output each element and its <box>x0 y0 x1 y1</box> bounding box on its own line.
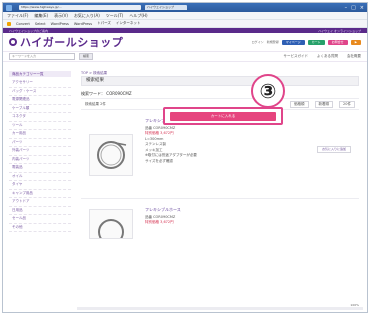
sidebar-item[interactable]: 内装パーツ <box>9 156 71 164</box>
sidebar-item[interactable]: パーツ <box>9 139 71 147</box>
maximize-icon[interactable]: □ <box>351 5 356 11</box>
sidebar-item[interactable]: ツール <box>9 122 71 130</box>
product-price: 特別価格 3,672円 <box>145 220 174 224</box>
menu-bar: ファイル(F) 編集(E) 表示(V) お気に入り(A) ツール(T) ヘルプ(… <box>3 12 367 20</box>
page-title: 検索結果 <box>81 76 359 86</box>
header-actions: ログイン 新規登録 マイページ カート お問合せ ▶ <box>252 39 361 45</box>
menu-item[interactable]: 編集(E) <box>34 13 48 19</box>
contact-button[interactable]: お問合せ <box>327 39 348 45</box>
logo-text: ハイガールショップ <box>20 36 124 49</box>
product-info: フレキシブルホース 品番 COR090CMZ 特別価格 3,672円 <box>145 207 265 226</box>
sort-price-button[interactable]: 価格順 <box>290 100 309 108</box>
nav-link[interactable]: サービスガイド <box>284 54 309 59</box>
search-input[interactable]: キーワードを入力 <box>9 53 75 60</box>
topbar-right-text: ハイウェイ オンラインショップ <box>318 28 361 33</box>
search-row: キーワードを入力 検索 サービスガイド よくある質問 会社概要 <box>3 52 367 62</box>
sidebar-item[interactable]: バッグ・ケース <box>9 88 71 96</box>
main-content: TOP > 検索結果 検索結果 検索ワード： COR090CMZ 検索結果 2件… <box>77 67 367 312</box>
topbar-left-text: ハイウェイショップのご案内 <box>9 28 48 33</box>
search-condition: 検索ワード： COR090CMZ <box>81 91 132 96</box>
hose-image-icon <box>98 219 124 245</box>
sidebar-item[interactable]: アクセサリー <box>9 79 71 88</box>
nav-link[interactable]: よくある質問 <box>317 54 338 59</box>
browser-window: https://www.highways.jp/... ハイウェイショップ – … <box>2 2 368 313</box>
product-name[interactable]: フレキシブルホース <box>145 207 265 213</box>
menu-item[interactable]: ファイル(F) <box>7 13 28 19</box>
browser-logo-icon <box>6 4 12 11</box>
add-to-cart-button[interactable]: カートに入れる <box>170 111 276 121</box>
sort-new-button[interactable]: 新着順 <box>314 100 334 108</box>
address-bar[interactable]: https://www.highways.jp/... <box>19 5 141 10</box>
minimize-icon[interactable]: – <box>345 5 348 11</box>
browser-tab[interactable]: ハイウェイショップ <box>145 5 187 10</box>
window-controls: – □ × <box>345 5 364 11</box>
horizontal-scrollbar[interactable] <box>77 307 363 310</box>
sidebar-title: 商品カテゴリー一覧 <box>9 71 71 77</box>
nav-link[interactable]: 会社概要 <box>347 54 361 59</box>
site-logo[interactable]: ハイガールショップ <box>9 34 123 50</box>
sidebar-item[interactable]: キャンプ用品 <box>9 190 71 198</box>
global-nav: サービスガイド よくある質問 会社概要 <box>284 54 362 59</box>
sidebar-item[interactable]: タイヤ <box>9 181 71 190</box>
favorite-link[interactable]: Select <box>35 22 46 26</box>
product-item: フレキシブルホース 品番 COR090CMZ 特別価格 3,672円 <box>81 205 359 245</box>
favorite-link[interactable]: インターネット <box>116 21 141 26</box>
sidebar-item[interactable]: コネクタ <box>9 113 71 122</box>
menu-item[interactable]: お気に入り(A) <box>74 13 100 19</box>
site-header: ハイガールショップ ログイン 新規登録 マイページ カート お問合せ ▶ <box>3 33 367 52</box>
sidebar-item[interactable]: 電源関連品 <box>9 96 71 105</box>
cart-button-highlight: カートに入れる <box>163 107 283 125</box>
product-image[interactable] <box>89 209 133 245</box>
sidebar-item[interactable]: 外装パーツ <box>9 147 71 156</box>
favorite-link[interactable]: トパーズ <box>97 21 111 26</box>
sidebar-item[interactable]: カー用品 <box>9 130 71 139</box>
product-image[interactable] <box>89 134 133 176</box>
step-badge: ③ <box>251 74 285 108</box>
header-extra-button[interactable]: ▶ <box>350 39 361 45</box>
sidebar-item[interactable]: 電装品 <box>9 164 71 173</box>
sidebar-item[interactable]: その他 <box>9 224 71 232</box>
sidebar-item[interactable]: セール品 <box>9 215 71 224</box>
favorite-link[interactable]: Convert <box>16 22 30 26</box>
per-page-select[interactable]: 20件 <box>339 100 355 108</box>
result-count: 検索結果 2件 <box>85 101 106 106</box>
sidebar-item[interactable]: ケーブル類 <box>9 105 71 113</box>
sidebar-item[interactable]: アウトドア <box>9 198 71 207</box>
login-link[interactable]: ログイン <box>252 40 264 44</box>
menu-item[interactable]: ツール(T) <box>106 13 124 19</box>
menu-item[interactable]: 表示(V) <box>54 13 68 19</box>
search-button[interactable]: 検索 <box>79 53 94 60</box>
mypage-button[interactable]: マイページ <box>281 39 305 45</box>
browser-titlebar: https://www.highways.jp/... ハイウェイショップ – … <box>3 3 367 12</box>
product-desc: サイズを必ず確認 <box>145 158 173 163</box>
favorite-link[interactable]: WordPress <box>74 22 92 26</box>
add-favorite-button[interactable]: お気に入りに追加 <box>316 146 351 153</box>
sidebar-item[interactable]: 日用品 <box>9 207 71 215</box>
zoom-level[interactable]: 100% <box>350 303 359 307</box>
logo-icon <box>9 38 17 46</box>
close-icon[interactable]: × <box>360 5 364 11</box>
cart-header-button[interactable]: カート <box>307 39 325 45</box>
product-item: フレキシブルホース 品番 COR090CMZ 特別価格 3,672円 L=300… <box>81 116 359 199</box>
menu-item[interactable]: ヘルプ(H) <box>129 13 147 19</box>
favorite-link[interactable]: WordPress <box>51 22 69 26</box>
category-sidebar: 商品カテゴリー一覧 アクセサリー バッグ・ケース 電源関連品 ケーブル類 コネク… <box>3 67 77 312</box>
page-body: 商品カテゴリー一覧 アクセサリー バッグ・ケース 電源関連品 ケーブル類 コネク… <box>3 67 367 312</box>
hose-image-icon <box>97 141 127 169</box>
star-icon <box>7 21 11 26</box>
register-link[interactable]: 新規登録 <box>267 40 279 44</box>
sidebar-item[interactable]: オイル <box>9 173 71 181</box>
favorites-bar: Convert Select WordPress WordPress トパーズ … <box>3 20 367 28</box>
